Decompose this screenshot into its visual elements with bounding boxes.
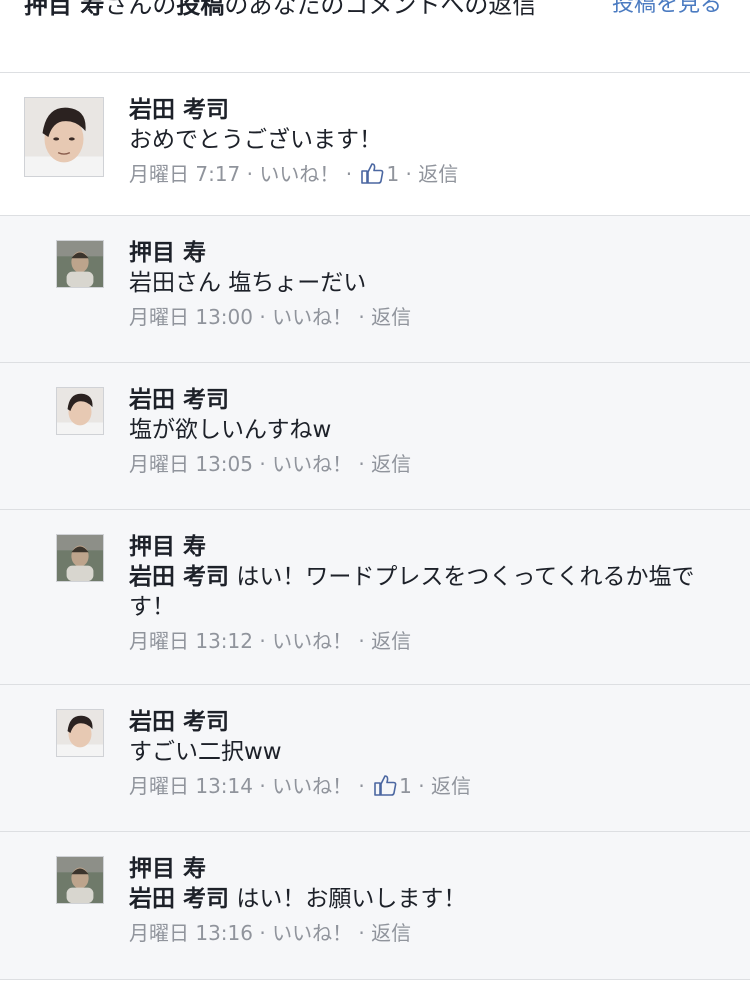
notification-text-rest: のあなたのコメントへの返信 [224,0,537,19]
like-count: 1 [399,774,412,798]
comment-time[interactable]: 月曜日 7:17 [129,162,240,186]
comment-text: すごい二択ww [129,739,282,765]
thumbs-up-icon[interactable] [373,774,397,796]
avatar[interactable] [56,856,104,904]
comment-author[interactable]: 岩田 考司 [129,707,730,737]
avatar-photo-iwata [57,710,103,756]
comment-time[interactable]: 月曜日 13:00 [129,305,253,329]
comment-meta: 月曜日 13:14 · いいね！ · 1 · 返信 [129,774,471,798]
reply-comment: 押目 寿 岩田さん 塩ちょーだい 月曜日 13:00 · いいね！ · 返信 [0,216,750,363]
comment: 岩田 考司 おめでとうございます！ 月曜日 7:17 · いいね！ · 1 · … [0,73,750,216]
comment-meta: 月曜日 13:05 · いいね！ · 返信 [129,452,412,476]
avatar[interactable] [56,534,104,582]
avatar-photo-iwata [25,98,103,176]
avatar-photo-oshime [57,241,103,287]
like-link[interactable]: いいね！ [272,921,352,945]
notification-text-mid: さんの [104,0,177,19]
thumbs-up-icon[interactable] [360,162,384,184]
comment-body: 押目 寿 岩田 考司 はい！お願いします！ 月曜日 13:16 · いいね！ ·… [129,854,730,948]
comment-text: 岩田 考司 はい！ワードプレスをつくってくれるか塩です！ [129,562,730,622]
reply-link[interactable]: 返信 [371,629,411,653]
reply-link[interactable]: 返信 [371,305,411,329]
like-link[interactable]: いいね！ [272,305,352,329]
avatar[interactable] [24,97,104,177]
comment-meta: 月曜日 7:17 · いいね！ · 1 · 返信 [129,162,459,186]
reply-comment: 押目 寿 岩田 考司 はい！ワードプレスをつくってくれるか塩です！ 月曜日 13… [0,510,750,685]
comment-text: おめでとうございます！ [129,127,382,153]
like-link[interactable]: いいね！ [259,162,339,186]
reply-comment: 押目 寿 岩田 考司 はい！お願いします！ 月曜日 13:16 · いいね！ ·… [0,832,750,980]
comment-text: 岩田 考司 はい！お願いします！ [129,884,730,914]
comment-body: 岩田 考司 塩が欲しいんすねw 月曜日 13:05 · いいね！ · 返信 [129,385,730,479]
comment-author[interactable]: 押目 寿 [129,238,730,268]
post-owner-name[interactable]: 押目 寿 [24,0,104,19]
comment-author[interactable]: 押目 寿 [129,532,730,562]
comment-time[interactable]: 月曜日 13:12 [129,629,253,653]
comment-author[interactable]: 押目 寿 [129,854,730,884]
avatar-photo-oshime [57,535,103,581]
comment-body: 岩田 考司 おめでとうございます！ 月曜日 7:17 · いいね！ · 1 · … [129,95,730,189]
avatar[interactable] [56,240,104,288]
comment-body: 押目 寿 岩田さん 塩ちょーだい 月曜日 13:00 · いいね！ · 返信 [129,238,730,332]
avatar[interactable] [56,387,104,435]
comment-text-content: はい！お願いします！ [236,886,467,912]
post-link[interactable]: 投稿 [176,0,224,19]
comment-body: 押目 寿 岩田 考司 はい！ワードプレスをつくってくれるか塩です！ 月曜日 13… [129,532,730,656]
like-link[interactable]: いいね！ [272,774,352,798]
avatar[interactable] [56,709,104,757]
comment-author[interactable]: 岩田 考司 [129,95,730,125]
comment-meta: 月曜日 13:12 · いいね！ · 返信 [129,629,412,653]
avatar-photo-oshime [57,857,103,903]
like-count: 1 [386,162,400,186]
comment-time[interactable]: 月曜日 13:16 [129,921,253,945]
avatar-photo-iwata [57,388,103,434]
reply-link[interactable]: 返信 [431,774,471,798]
comment-author[interactable]: 岩田 考司 [129,385,730,415]
see-post-link[interactable]: 投稿を見る [612,0,722,22]
comment-meta: 月曜日 13:00 · いいね！ · 返信 [129,305,412,329]
mention-tag[interactable]: 岩田 考司 [129,886,229,912]
reply-link[interactable]: 返信 [371,452,411,476]
comment-text: 岩田さん 塩ちょーだい [129,270,367,296]
comment-time[interactable]: 月曜日 13:14 [129,774,253,798]
mention-tag[interactable]: 岩田 考司 [129,564,229,590]
reply-comment: 岩田 考司 すごい二択ww 月曜日 13:14 · いいね！ · 1 · 返信 [0,685,750,832]
reply-comment: 岩田 考司 塩が欲しいんすねw 月曜日 13:05 · いいね！ · 返信 [0,363,750,510]
like-link[interactable]: いいね！ [272,629,352,653]
reply-link[interactable]: 返信 [418,162,458,186]
reply-link[interactable]: 返信 [371,921,411,945]
comment-meta: 月曜日 13:16 · いいね！ · 返信 [129,921,412,945]
notification-text: 押目 寿さんの投稿のあなたのコメントへの返信 [24,0,584,22]
comment-text: 塩が欲しいんすねw [129,417,332,443]
comment-body: 岩田 考司 すごい二択ww 月曜日 13:14 · いいね！ · 1 · 返信 [129,707,730,801]
notification-header: 押目 寿さんの投稿のあなたのコメントへの返信 投稿を見る [0,0,750,73]
like-link[interactable]: いいね！ [272,452,352,476]
comment-time[interactable]: 月曜日 13:05 [129,452,253,476]
